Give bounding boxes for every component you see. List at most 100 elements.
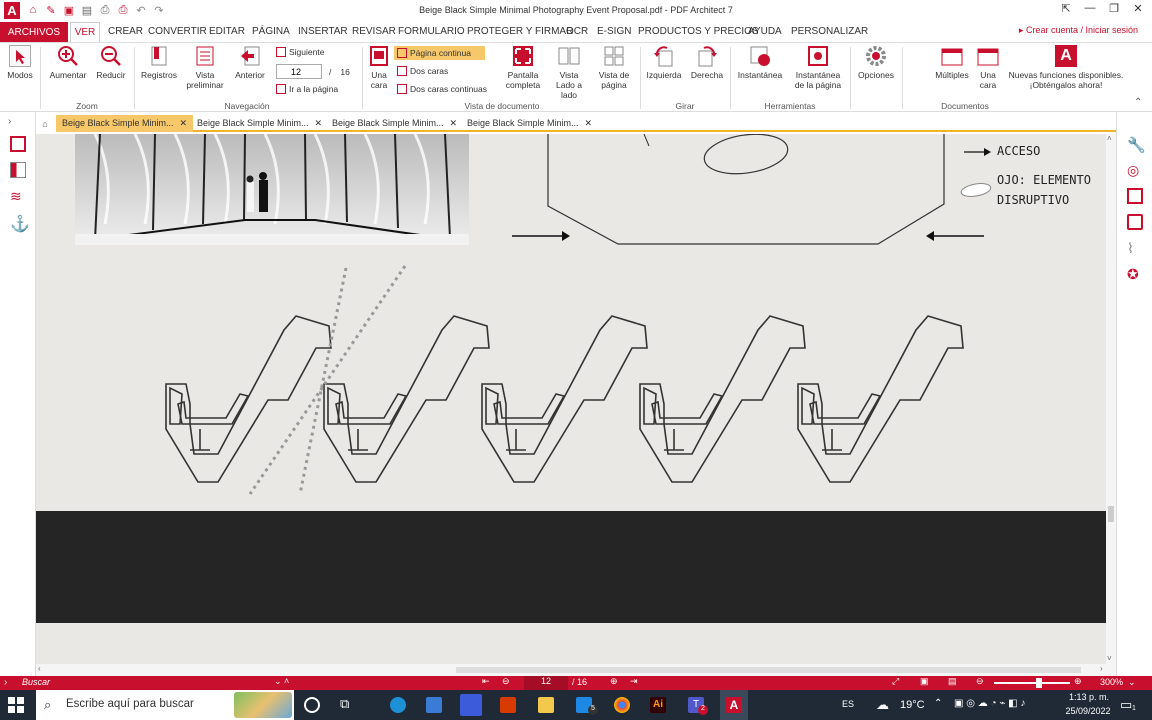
doc-tab[interactable]: Beige Black Simple Minim... ✕	[191, 115, 328, 132]
lang-indicator[interactable]: ES	[842, 699, 854, 709]
zoom-in-status-icon[interactable]: ⊕	[1074, 676, 1082, 687]
store-icon[interactable]	[426, 697, 442, 713]
page-number-input[interactable]	[276, 64, 322, 79]
menu-formulario[interactable]: FORMULARIO	[398, 26, 465, 37]
menu-crear[interactable]: CREAR	[108, 26, 143, 37]
restore-ribbon-icon[interactable]: ⇱	[1056, 2, 1076, 18]
comment-icon[interactable]	[1127, 214, 1143, 230]
close-button[interactable]: ✕	[1128, 2, 1148, 18]
menu-archivos[interactable]: ARCHIVOS	[0, 22, 68, 42]
scroll-up-icon[interactable]: ˄	[1107, 134, 1112, 143]
zoom-out-status-icon[interactable]: ⊖	[976, 676, 984, 687]
edge-icon[interactable]	[390, 697, 406, 713]
last-page-icon[interactable]: ⇥	[630, 676, 638, 687]
taskbar-search[interactable]: ⌕ Escribe aquí para buscar	[36, 690, 294, 720]
collapse-ribbon-icon[interactable]: ⌃	[1134, 97, 1142, 108]
siguiente-button[interactable]: Siguiente	[276, 47, 324, 57]
search-label[interactable]: Buscar	[22, 677, 50, 687]
vertical-scrollbar[interactable]: ˄ ˅	[1106, 134, 1116, 664]
instantanea-button[interactable]: Instantánea	[734, 45, 786, 80]
anchor-icon[interactable]: ⚓	[10, 214, 30, 233]
file-explorer-icon[interactable]	[538, 697, 554, 713]
zoom-level[interactable]: 300%	[1100, 677, 1123, 687]
anterior-button[interactable]: Anterior	[230, 45, 270, 80]
weather-cloud-icon[interactable]: ☁	[876, 697, 889, 713]
una-cara-button[interactable]: Una cara	[366, 45, 392, 90]
tab-close-icon[interactable]: ✕	[315, 118, 323, 128]
zoom-in-button[interactable]: Aumentar	[46, 45, 90, 80]
dos-caras-button[interactable]: Dos caras	[397, 66, 448, 76]
office-icon[interactable]	[500, 697, 516, 713]
pdf-architect-taskbar[interactable]: A	[720, 690, 748, 720]
menu-productos[interactable]: PRODUCTOS Y PRECIOS	[638, 26, 759, 37]
rotate-right-button[interactable]: Derecha	[688, 45, 726, 80]
menu-insertar[interactable]: INSERTAR	[298, 26, 348, 37]
multiples-button[interactable]: Múltiples	[930, 45, 974, 80]
vista-lado-button[interactable]: Vista Lado a lado	[550, 45, 588, 100]
fit-page-icon[interactable]: ⤢	[892, 676, 899, 687]
zoom-out-button[interactable]: Reducir	[92, 45, 130, 80]
binoculars-icon[interactable]: ◎	[1127, 162, 1143, 178]
tab-close-icon[interactable]: ✕	[450, 118, 458, 128]
menu-esign[interactable]: E-SIGN	[597, 26, 631, 37]
certificate-icon[interactable]: ✪	[1127, 266, 1143, 282]
doc-tab[interactable]: Beige Black Simple Minim... ✕	[461, 115, 598, 132]
horizontal-scrollbar[interactable]: ‹ ›	[36, 664, 1116, 676]
tray-apps-icons[interactable]: ▣ ◎ ☁ ◔ ⌁ ◧ ♪	[954, 698, 1025, 709]
prev-page-icon[interactable]: ⊖	[502, 676, 510, 687]
expand-search-icon[interactable]: ›	[4, 677, 7, 688]
pagina-continua-button[interactable]: Página continua	[394, 46, 485, 60]
clock-time[interactable]: 1:13 p. m.	[1064, 692, 1114, 702]
wrench-icon[interactable]: 🔧	[1127, 136, 1146, 154]
cortana-icon[interactable]	[304, 697, 320, 713]
instantanea-pagina-button[interactable]: Instantánea de la página	[790, 45, 846, 90]
layers-icon[interactable]: ≋	[10, 188, 26, 204]
windows-start-icon[interactable]	[8, 697, 24, 713]
pinned-app-icon[interactable]	[460, 694, 482, 716]
tab-close-icon[interactable]: ✕	[180, 118, 188, 128]
task-view-icon[interactable]: ⧉	[340, 696, 349, 712]
menu-pagina[interactable]: PÁGINA	[252, 26, 290, 37]
una-cara-doc-button[interactable]: Una cara	[976, 45, 1000, 90]
doc-tab[interactable]: Beige Black Simple Minim... ✕	[56, 115, 194, 132]
vista-preliminar-button[interactable]: Vista preliminar	[182, 45, 228, 90]
scroll-down-icon[interactable]: ˅	[1107, 654, 1112, 663]
registros-button[interactable]: Registros	[138, 45, 180, 80]
clock-date[interactable]: 25/09/2022	[1060, 706, 1116, 716]
home-tab-icon[interactable]: ⌂	[36, 115, 54, 132]
menu-personalizar[interactable]: PERSONALIZAR	[791, 26, 868, 37]
pantalla-completa-button[interactable]: Pantalla completa	[500, 45, 546, 90]
menu-convertir[interactable]: CONVERTIR	[148, 26, 207, 37]
zoom-slider[interactable]	[994, 682, 1070, 684]
illustrator-icon[interactable]: Ai	[650, 697, 666, 713]
minimize-button[interactable]: —	[1080, 2, 1100, 18]
menu-ocr[interactable]: OCR	[566, 26, 588, 37]
vista-pagina-button[interactable]: Vista de página	[592, 45, 636, 90]
next-page-icon[interactable]: ⊕	[610, 676, 618, 687]
chrome-icon[interactable]	[614, 697, 630, 713]
scroll-left-icon[interactable]: ‹	[38, 664, 41, 673]
menu-editar[interactable]: EDITAR	[209, 26, 245, 37]
scroll-thumb[interactable]	[1108, 506, 1114, 522]
menu-revisar[interactable]: REVISAR	[352, 26, 396, 37]
status-page-input[interactable]: 12	[524, 676, 568, 690]
tab-close-icon[interactable]: ✕	[585, 118, 593, 128]
notification-icon[interactable]: ▭	[1120, 697, 1132, 713]
ir-pagina-button[interactable]: Ir a la página	[276, 84, 338, 94]
bookmark-panel-icon[interactable]	[10, 162, 26, 178]
menu-ayuda[interactable]: AYUDA	[748, 26, 782, 37]
rotate-left-button[interactable]: Izquierda	[644, 45, 684, 80]
doc-tab[interactable]: Beige Black Simple Minim... ✕	[326, 115, 463, 132]
paperclip-icon[interactable]: ⌇	[1127, 240, 1143, 256]
first-page-icon[interactable]: ⇤	[482, 676, 490, 687]
expand-panel-icon[interactable]: ›	[8, 116, 11, 127]
hscroll-thumb[interactable]	[456, 667, 1081, 673]
tray-chevron-icon[interactable]: ⌃	[934, 698, 942, 709]
menu-proteger[interactable]: PROTEGER Y FIRMAR	[467, 26, 573, 37]
new-features-button[interactable]: A Nuevas funciones disponibles. ¡Obténga…	[1004, 45, 1128, 90]
fit-width-icon[interactable]: ▤	[948, 676, 957, 687]
signin-link[interactable]: ▸ Crear cuenta / Iniciar sesión	[1019, 25, 1138, 36]
maximize-button[interactable]: ❐	[1104, 2, 1124, 18]
opciones-button[interactable]: Opciones	[854, 45, 898, 80]
zoom-slider-thumb[interactable]	[1036, 678, 1042, 688]
